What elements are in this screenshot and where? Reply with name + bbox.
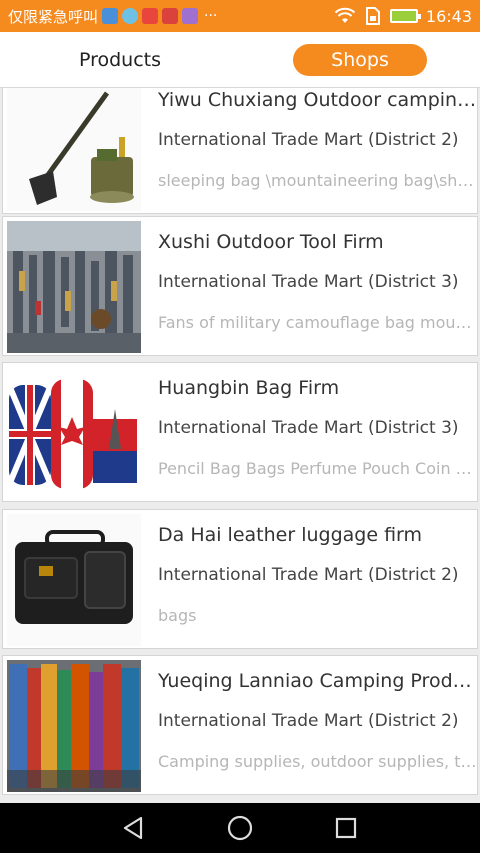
shop-thumbnail — [7, 514, 141, 646]
shop-name: Yiwu Chuxiang Outdoor camping supplies — [158, 89, 478, 111]
shop-list[interactable]: Yiwu Chuxiang Outdoor camping supplies I… — [0, 88, 480, 803]
shop-description: sleeping bag \mountaineering bag\shovel — [158, 171, 478, 190]
recents-square-icon — [335, 817, 357, 839]
shop-name: Da Hai leather luggage firm — [158, 524, 423, 546]
recents-button[interactable] — [316, 803, 376, 853]
shop-thumbnail — [7, 660, 141, 792]
shop-card[interactable]: Yueqing Lanniao Camping Products Interna… — [2, 655, 478, 795]
shop-card[interactable]: Huangbin Bag Firm International Trade Ma… — [2, 362, 478, 502]
segmented-tab-bar: Products Shops — [0, 32, 480, 88]
sim-card-icon — [365, 7, 380, 25]
shop-description: Pencil Bag Bags Perfume Pouch Coin Purse — [158, 459, 478, 478]
notification-chat-icon — [182, 8, 199, 24]
carrier-text: 仅限紧急呼叫 — [8, 7, 99, 26]
shop-info: Huangbin Bag Firm International Trade Ma… — [158, 363, 478, 503]
home-circle-icon — [227, 815, 253, 841]
shop-description: Fans of military camouflage bag mountain… — [158, 313, 478, 332]
shop-card[interactable]: Xushi Outdoor Tool Firm International Tr… — [2, 216, 478, 356]
shop-thumbnail — [7, 88, 141, 211]
home-button[interactable] — [210, 803, 270, 853]
shop-info: Yiwu Chuxiang Outdoor camping supplies I… — [158, 88, 478, 215]
status-bar: 仅限紧急呼叫 ··· 16:43 — [0, 0, 480, 32]
shop-market: International Trade Mart (District 2) — [158, 565, 459, 585]
system-navigation-bar — [0, 803, 480, 853]
clock: 16:43 — [425, 6, 472, 26]
shop-name: Huangbin Bag Firm — [158, 377, 340, 399]
shop-card[interactable]: Da Hai leather luggage firm Internationa… — [2, 509, 478, 649]
notification-lock-icon — [142, 8, 159, 24]
wifi-icon — [334, 7, 356, 23]
battery-icon — [389, 9, 421, 23]
shop-info: Da Hai leather luggage firm Internationa… — [158, 510, 478, 650]
shop-thumbnail — [7, 367, 141, 499]
more-notifications-icon: ··· — [204, 8, 218, 24]
shop-name: Yueqing Lanniao Camping Products — [158, 670, 478, 692]
tab-shops[interactable]: Shops — [293, 44, 427, 76]
shop-market: International Trade Mart (District 2) — [158, 130, 459, 150]
shop-card[interactable]: Yiwu Chuxiang Outdoor camping supplies I… — [2, 88, 478, 214]
back-button[interactable] — [104, 803, 164, 853]
shop-market: International Trade Mart (District 3) — [158, 272, 459, 292]
shop-thumbnail — [7, 221, 141, 353]
notification-news-icon — [162, 8, 179, 24]
shop-info: Yueqing Lanniao Camping Products Interna… — [158, 656, 478, 796]
shop-market: International Trade Mart (District 3) — [158, 418, 459, 438]
shop-description: bags — [158, 606, 197, 625]
notification-app-icon — [102, 8, 119, 24]
bluetooth-icon — [122, 8, 139, 24]
shop-market: International Trade Mart (District 2) — [158, 711, 459, 731]
tab-products[interactable]: Products — [40, 44, 200, 76]
back-triangle-icon — [123, 816, 143, 840]
shop-name: Xushi Outdoor Tool Firm — [158, 231, 384, 253]
shop-info: Xushi Outdoor Tool Firm International Tr… — [158, 217, 478, 357]
shop-description: Camping supplies, outdoor supplies, tent… — [158, 752, 478, 771]
